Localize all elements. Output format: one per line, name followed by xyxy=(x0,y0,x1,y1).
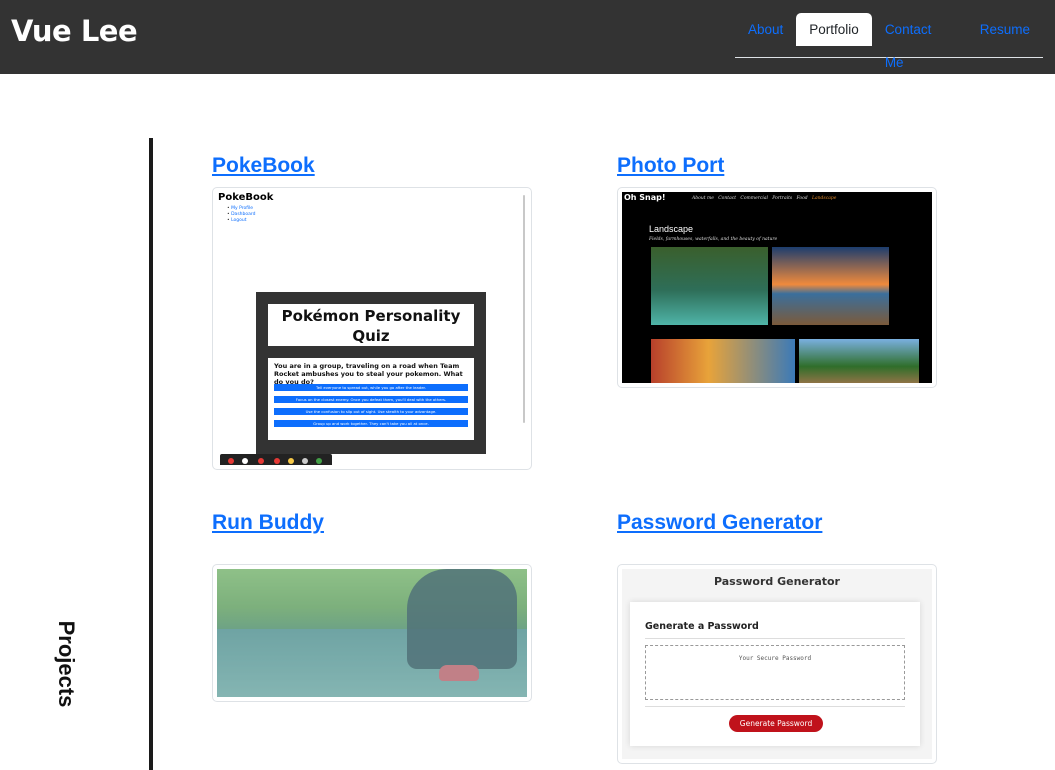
preview-page-title: Password Generator xyxy=(713,575,840,588)
brand-title[interactable]: Vue Lee xyxy=(11,14,138,48)
quiz-option: Tell everyone to spread out, while you g… xyxy=(274,384,468,391)
preview-subheading: Fields, farmhouses, waterfalls, and the … xyxy=(649,237,778,242)
password-generator-preview: Password Generator Generate a Password Y… xyxy=(622,569,932,759)
preview-heading: Landscape xyxy=(649,224,694,234)
photo-port-preview: Oh Snap! About me Contact Commercial Por… xyxy=(622,192,932,383)
run-buddy-preview xyxy=(217,569,527,697)
preview-nav-item: Contact xyxy=(718,196,737,201)
project-thumbnail-password-generator[interactable]: Password Generator Generate a Password Y… xyxy=(617,564,937,764)
project-thumbnail-pokebook[interactable]: PokeBook My Profile Dashboard Logout Pok… xyxy=(212,187,532,470)
stop-icon xyxy=(258,458,264,464)
project-thumbnail-run-buddy[interactable] xyxy=(212,564,532,702)
quiz-option: Use the confusion to slip out of sight. … xyxy=(274,408,468,415)
pen-icon xyxy=(302,458,308,464)
preview-link: Logout xyxy=(227,218,256,224)
landscape-photo xyxy=(651,247,768,325)
preview-nav-item: Landscape xyxy=(811,196,837,201)
preview-nav: About me Contact Commercial Portraits Fo… xyxy=(692,196,836,201)
nav-tabs: About Portfolio Contact Me Resume xyxy=(735,13,1043,70)
preview-password-field: Your Secure Password xyxy=(645,645,905,700)
quiz-question: You are in a group, traveling on a road … xyxy=(274,362,463,386)
divider xyxy=(645,706,905,707)
preview-generate-button: Generate Password xyxy=(729,715,823,732)
pokebook-preview: PokeBook My Profile Dashboard Logout Pok… xyxy=(217,192,527,465)
divider xyxy=(645,638,905,639)
tint-overlay xyxy=(217,569,527,697)
preview-nav-item: Portraits xyxy=(772,196,793,201)
section-label: Projects xyxy=(54,620,79,708)
preview-brand: Oh Snap! xyxy=(624,193,666,202)
project-thumbnail-photo-port[interactable]: Oh Snap! About me Contact Commercial Por… xyxy=(617,187,937,388)
navbar: Vue Lee About Portfolio Contact Me Resum… xyxy=(0,0,1055,74)
project-title-run-buddy[interactable]: Run Buddy xyxy=(212,511,324,535)
landscape-photo xyxy=(651,339,795,383)
reaction-icon xyxy=(288,458,294,464)
quiz-card: You are in a group, traveling on a road … xyxy=(268,358,474,440)
preview-card-title: Generate a Password xyxy=(645,621,759,632)
preview-toolbar xyxy=(220,454,332,465)
preview-nav-item: About me xyxy=(692,196,714,201)
quiz-option: Group up and work together. They can't t… xyxy=(274,420,468,427)
message-icon xyxy=(274,458,280,464)
user-icon xyxy=(242,458,248,464)
tab-resume[interactable]: Resume xyxy=(967,13,1043,46)
landscape-photo xyxy=(799,339,919,383)
tab-contact-me[interactable]: Contact Me xyxy=(872,13,967,70)
project-title-password-generator[interactable]: Password Generator xyxy=(617,511,822,535)
section-divider xyxy=(149,138,153,770)
quiz-box: Pokémon Personality Quiz You are in a gr… xyxy=(256,292,486,454)
project-title-pokebook[interactable]: PokeBook xyxy=(212,154,315,178)
tab-portfolio[interactable]: Portfolio xyxy=(796,13,872,46)
share-icon xyxy=(316,458,322,464)
tab-about[interactable]: About xyxy=(735,13,796,46)
preview-app-title: PokeBook xyxy=(218,192,274,203)
landscape-photo xyxy=(772,247,889,325)
preview-nav-item: Commercial xyxy=(740,196,768,201)
quiz-option: Focus on the closest enemy. Once you def… xyxy=(274,396,468,403)
preview-nav-links: My Profile Dashboard Logout xyxy=(227,206,256,224)
preview-scrollbar xyxy=(523,195,525,423)
quiz-title: Pokémon Personality Quiz xyxy=(268,304,474,346)
preview-nav-item: Food xyxy=(796,196,808,201)
project-title-photo-port[interactable]: Photo Port xyxy=(617,154,724,178)
record-icon xyxy=(228,458,234,464)
preview-card: Generate a Password Your Secure Password… xyxy=(630,602,920,746)
